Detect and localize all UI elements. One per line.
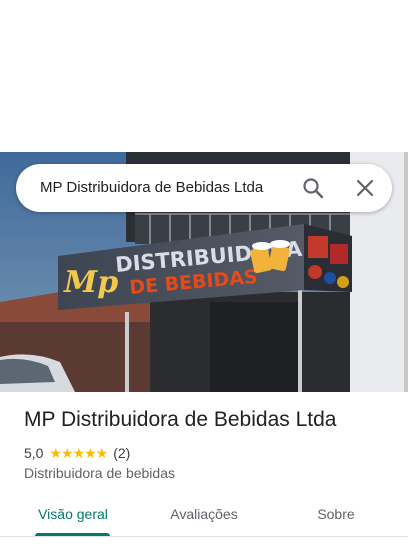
place-tabs: Visão geral Avaliações Sobre <box>0 494 408 538</box>
rating-value: 5,0 <box>24 445 44 461</box>
close-icon[interactable] <box>354 177 376 199</box>
tab-overview[interactable]: Visão geral <box>30 494 116 534</box>
search-bar[interactable]: MP Distribuidora de Bebidas Ltda <box>16 164 392 212</box>
search-icon[interactable] <box>302 177 324 199</box>
review-count[interactable]: (2) <box>113 444 130 462</box>
sign-brand: Mp <box>63 265 118 300</box>
search-input[interactable]: MP Distribuidora de Bebidas Ltda <box>40 164 263 212</box>
tab-reviews[interactable]: Avaliações <box>160 494 248 534</box>
rating-row[interactable]: 5,0 ★★★★★ (2) <box>24 444 130 462</box>
scrollbar[interactable] <box>404 152 408 392</box>
rating-stars-icon: ★★★★★ <box>49 445 108 461</box>
tabs-divider <box>0 536 408 537</box>
place-category[interactable]: Distribuidora de bebidas <box>24 465 175 481</box>
place-title: MP Distribuidora de Bebidas Ltda <box>24 408 337 431</box>
tab-about[interactable]: Sobre <box>306 494 366 534</box>
